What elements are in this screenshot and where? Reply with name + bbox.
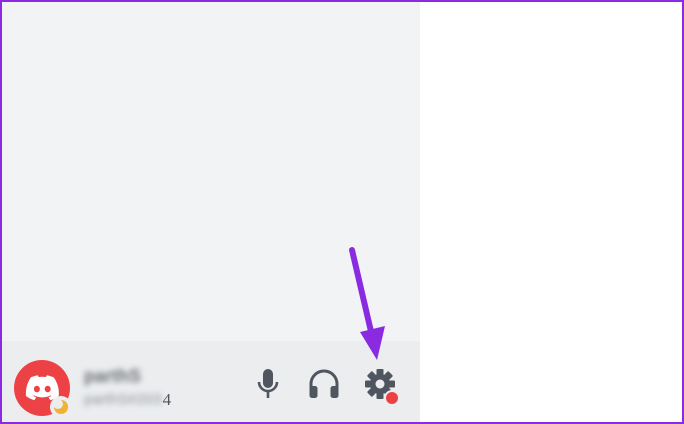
user-panel: parthS parthS#203 4 (2, 341, 420, 422)
screenshot-frame: parthS parthS#203 4 (0, 0, 684, 424)
channel-list-area (2, 2, 420, 341)
mute-button[interactable] (250, 366, 286, 402)
main-content-area (420, 2, 682, 422)
red-dot-badge (384, 390, 400, 406)
microphone-icon (257, 369, 279, 398)
status-badge (50, 396, 72, 418)
sidebar: parthS parthS#203 4 (2, 2, 420, 422)
avatar[interactable] (14, 360, 72, 418)
usertag-blurred: parthS#203 (84, 391, 162, 408)
deafen-button[interactable] (306, 366, 342, 402)
headphones-icon (309, 369, 339, 398)
usertag-tail: 4 (162, 390, 172, 409)
usertag: parthS#203 4 (84, 391, 214, 409)
username: parthS (84, 366, 142, 386)
user-info[interactable]: parthS parthS#203 4 (84, 365, 214, 415)
user-settings-button[interactable] (362, 366, 400, 406)
idle-moon-icon (53, 399, 68, 414)
